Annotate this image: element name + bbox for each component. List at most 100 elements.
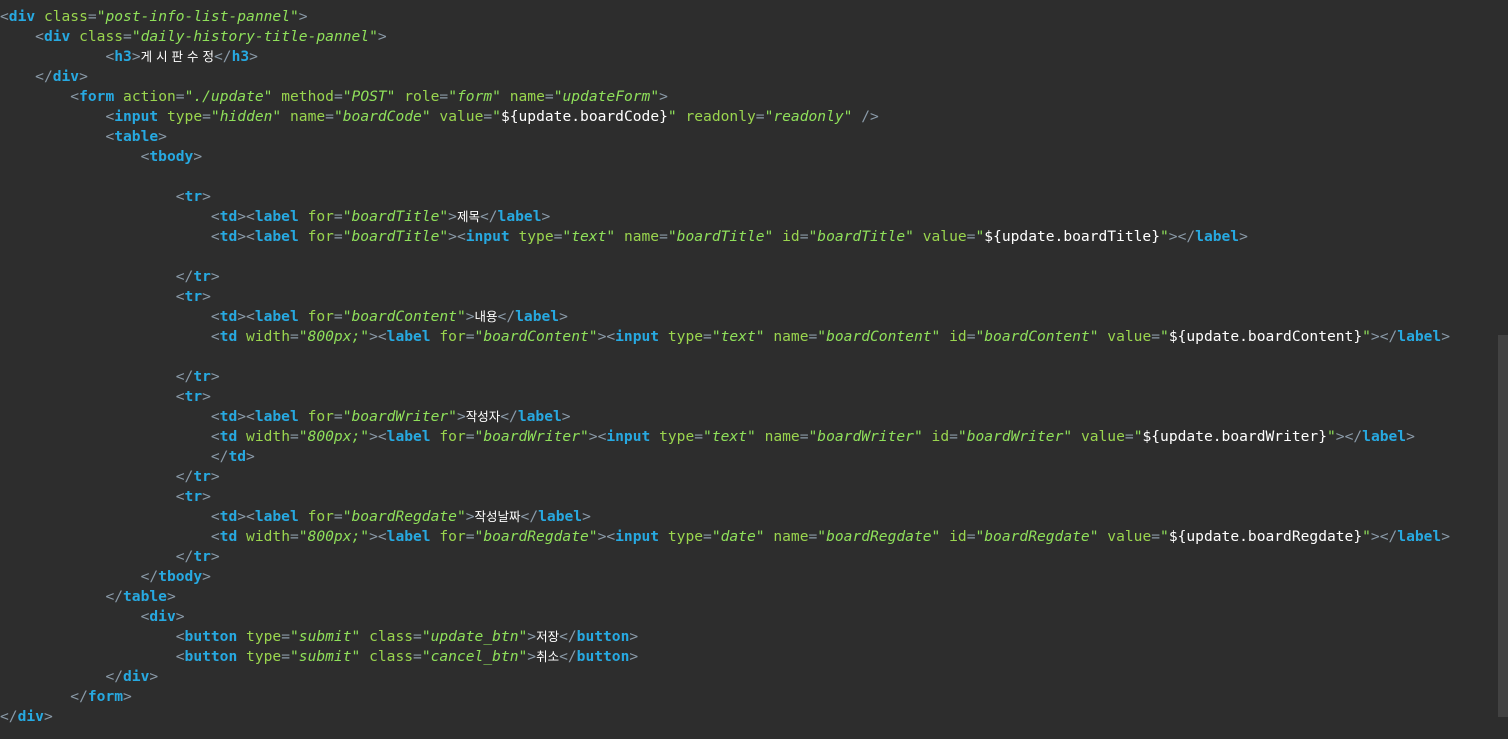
code-line[interactable]: <tr> bbox=[0, 387, 1498, 407]
code-line[interactable]: <tr> bbox=[0, 287, 1498, 307]
punctuation: </ bbox=[497, 308, 516, 325]
attribute-name: name bbox=[509, 88, 545, 105]
tag-name: td bbox=[219, 508, 238, 525]
attribute-name: value bbox=[1107, 528, 1152, 545]
punctuation: ></ bbox=[1370, 528, 1398, 545]
code-line[interactable]: <input type="hidden" name="boardCode" va… bbox=[0, 107, 1498, 127]
vertical-scrollbar[interactable] bbox=[1498, 0, 1508, 739]
attribute-value: "updateForm" bbox=[553, 88, 660, 105]
punctuation: >< bbox=[237, 408, 255, 425]
tag-name: label bbox=[1195, 228, 1240, 245]
punctuation: > bbox=[202, 288, 211, 305]
punctuation: = bbox=[333, 408, 343, 425]
attribute-value: "text" bbox=[711, 328, 765, 345]
code-line[interactable]: </tr> bbox=[0, 267, 1498, 287]
code-line[interactable]: <tbody> bbox=[0, 147, 1498, 167]
tag-name: button bbox=[576, 648, 630, 665]
attribute-value: "submit" bbox=[290, 628, 361, 645]
code-line[interactable]: <td width="800px;"><label for="boardCont… bbox=[0, 327, 1498, 347]
punctuation: = bbox=[413, 648, 422, 665]
code-line[interactable]: <td><label for="boardWriter">작성자</label> bbox=[0, 407, 1498, 427]
code-line[interactable]: </tr> bbox=[0, 367, 1498, 387]
punctuation: </ bbox=[214, 48, 232, 65]
attribute-value: "readonly" bbox=[764, 108, 853, 125]
code-line[interactable]: <td><label for="boardRegdate">작성날짜</labe… bbox=[0, 507, 1498, 527]
punctuation: > bbox=[166, 588, 176, 605]
code-line[interactable]: <tr> bbox=[0, 487, 1498, 507]
code-line[interactable]: </div> bbox=[0, 707, 1498, 727]
code-line[interactable]: </table> bbox=[0, 587, 1498, 607]
code-line[interactable]: </div> bbox=[0, 667, 1498, 687]
punctuation: /> bbox=[861, 108, 879, 125]
attribute-name: value bbox=[1107, 328, 1152, 345]
code-line[interactable]: <td><label for="boardContent">내용</label> bbox=[0, 307, 1498, 327]
code-line[interactable]: <td><label for="boardTitle"><input type=… bbox=[0, 227, 1498, 247]
punctuation: ></ bbox=[1370, 328, 1398, 345]
code-line[interactable]: <td width="800px;"><label for="boardRegd… bbox=[0, 527, 1498, 547]
punctuation: > bbox=[456, 408, 466, 425]
code-editor[interactable]: <div class="post-info-list-pannel"> <div… bbox=[0, 0, 1508, 739]
punctuation: > bbox=[149, 668, 159, 685]
code-line[interactable]: <div class="post-info-list-pannel"> bbox=[0, 7, 1498, 27]
punctuation: > bbox=[210, 268, 220, 285]
tag-name: table bbox=[123, 588, 167, 605]
tag-name: label bbox=[497, 208, 542, 225]
tag-name: tbody bbox=[158, 568, 203, 585]
attribute-value: "boardTitle" bbox=[808, 228, 914, 245]
punctuation: < bbox=[210, 528, 220, 545]
code-line[interactable]: <form action="./update" method="POST" ro… bbox=[0, 87, 1498, 107]
code-line[interactable]: <div class="daily-history-title-pannel"> bbox=[0, 27, 1498, 47]
code-line[interactable]: </form> bbox=[0, 687, 1498, 707]
code-line[interactable]: </tr> bbox=[0, 547, 1498, 567]
code-line[interactable]: <table> bbox=[0, 127, 1498, 147]
tag-name: label bbox=[254, 408, 299, 425]
code-line[interactable]: <button type="submit" class="cancel_btn"… bbox=[0, 647, 1498, 667]
scrollbar-thumb[interactable] bbox=[1498, 335, 1508, 717]
attribute-name: class bbox=[79, 28, 124, 45]
code-line[interactable]: <tr> bbox=[0, 187, 1498, 207]
code-line[interactable] bbox=[0, 347, 1498, 367]
code-line[interactable] bbox=[0, 247, 1498, 267]
korean-text: 제목 bbox=[456, 209, 480, 224]
punctuation: > bbox=[131, 48, 141, 65]
punctuation: >< bbox=[237, 508, 255, 525]
punctuation: </ bbox=[559, 628, 577, 645]
attribute-name: action bbox=[123, 88, 176, 105]
code-line[interactable]: <div> bbox=[0, 607, 1498, 627]
code-line[interactable]: <h3>게 시 판 수 정</h3> bbox=[0, 47, 1498, 67]
code-line[interactable]: </tbody> bbox=[0, 567, 1498, 587]
tag-name: tr bbox=[193, 468, 211, 485]
punctuation: > bbox=[210, 468, 220, 485]
attribute-value: "text" bbox=[562, 228, 616, 245]
punctuation: = bbox=[483, 108, 493, 125]
tag-name: input bbox=[465, 228, 510, 245]
code-line[interactable] bbox=[0, 167, 1498, 187]
punctuation: = bbox=[333, 508, 343, 525]
code-line[interactable]: </div> bbox=[0, 67, 1498, 87]
punctuation: >< bbox=[369, 428, 387, 445]
punctuation: </ bbox=[70, 688, 88, 705]
punctuation: = bbox=[703, 328, 712, 345]
punctuation: > bbox=[541, 208, 551, 225]
code-line[interactable]: <button type="submit" class="update_btn"… bbox=[0, 627, 1498, 647]
code-area[interactable]: <div class="post-info-list-pannel"> <div… bbox=[0, 7, 1498, 727]
attribute-name: type bbox=[667, 528, 704, 545]
code-line[interactable]: <td><label for="boardTitle">제목</label> bbox=[0, 207, 1498, 227]
attribute-value: "form" bbox=[448, 88, 501, 105]
code-line[interactable]: </td> bbox=[0, 447, 1498, 467]
code-line[interactable]: <td width="800px;"><label for="boardWrit… bbox=[0, 427, 1498, 447]
code-line[interactable]: </tr> bbox=[0, 467, 1498, 487]
tag-name: div bbox=[43, 28, 71, 45]
